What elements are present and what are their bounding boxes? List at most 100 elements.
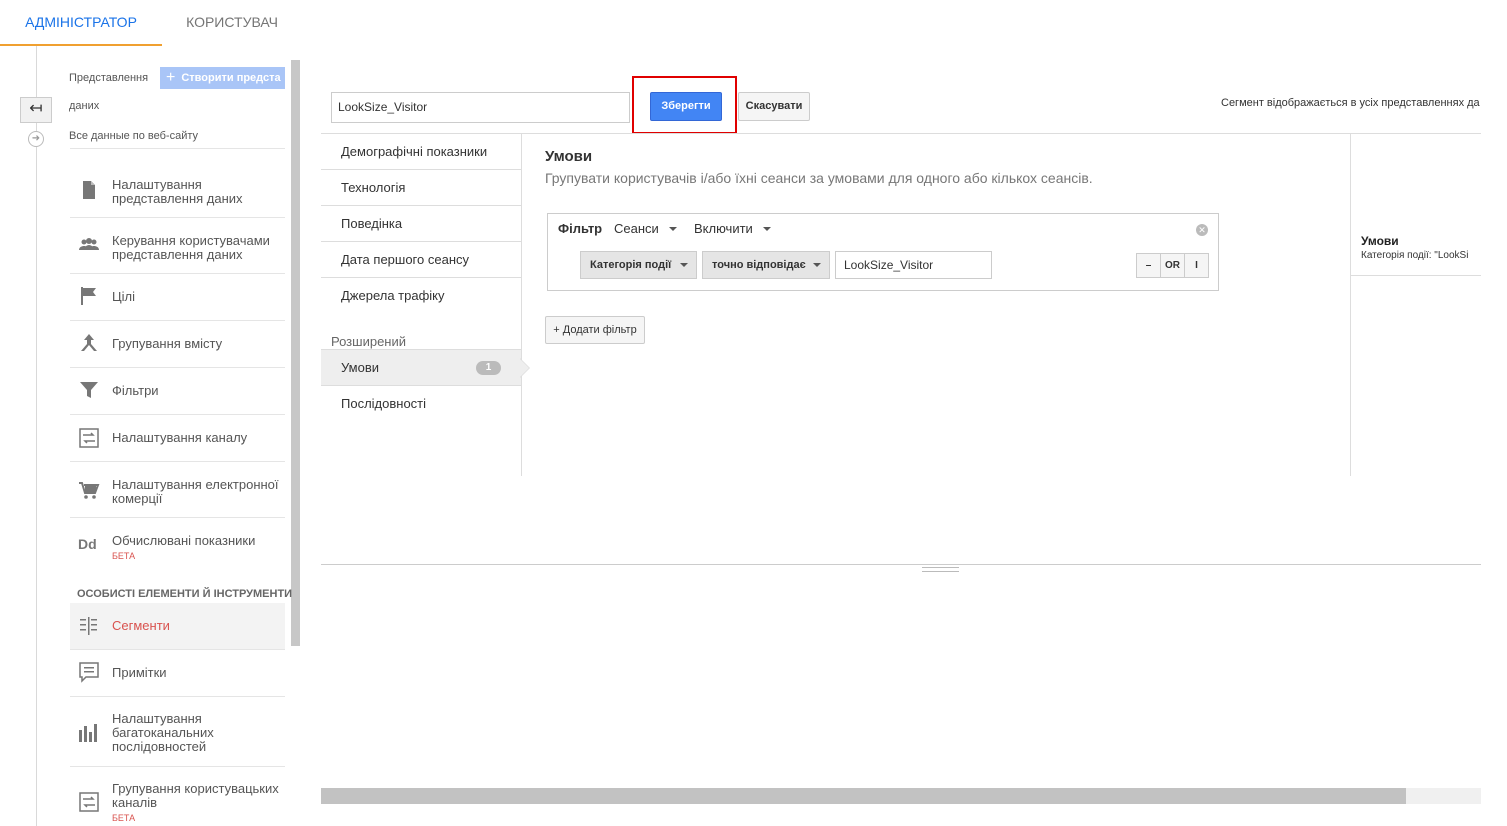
match-type-label: точно відповідає [712,259,806,271]
back-arrow-icon[interactable]: ↤ [20,97,52,123]
nav-scrollbar[interactable] [291,60,300,646]
nav-item-label: Примітки [112,665,167,680]
tab-admin[interactable]: АДМІНІСТРАТОР [0,0,162,46]
include-label: Включити [694,221,753,236]
match-type-select[interactable]: точно відповідає [702,251,830,279]
dimension-select[interactable]: Категорія події [580,251,697,279]
plus-icon: + [166,69,176,86]
summary-divider [1351,275,1481,276]
dimension-label: Категорія події [590,259,672,271]
nav-item-filters[interactable]: Фільтри [70,367,285,414]
channel-icon [79,792,99,812]
nav-item-user-management[interactable]: Керування користувачами представлення да… [70,217,285,273]
cancel-button[interactable]: Скасувати [738,92,810,121]
left-rail [0,46,60,826]
tab-user[interactable]: КОРИСТУВАЧ [162,0,302,46]
nav-item-label: Групування користувацьких каналів БЕТА [112,782,285,825]
create-view-label: Створити предста [181,72,281,84]
category-first-session-date[interactable]: Дата першого сеансу [321,242,521,278]
nav-item-multichannel-settings[interactable]: Налаштування багатоканальних послідовнос… [70,696,285,766]
selected-arrow-fill [520,359,529,377]
grouping-icon [81,334,97,351]
horizontal-scrollbar-thumb[interactable] [321,788,1406,804]
conditions-count-badge: 1 [476,361,501,375]
category-demographics[interactable]: Демографічні показники [321,134,521,170]
chevron-down-icon [813,263,821,267]
nav-item-view-settings[interactable]: Налаштування представлення даних [70,161,285,217]
and-button[interactable]: I [1184,253,1209,278]
nav-item-annotations[interactable]: Примітки [70,649,285,696]
channel-icon [79,428,99,448]
summary-text: Категорія події: "LookSi [1361,250,1469,261]
close-icon[interactable]: ✕ [1196,224,1208,236]
nav-item-custom-channel-grouping[interactable]: Групування користувацьких каналів БЕТА [70,766,285,826]
category-conditions-label: Умови [341,360,380,375]
view-label-2: даних [69,100,100,112]
segments-icon [80,617,97,635]
nav-item-label: Цілі [112,289,135,304]
nav-item-ecommerce-settings[interactable]: Налаштування електронної комерції [70,461,285,517]
chevron-down-icon [668,227,677,231]
category-conditions[interactable]: Умови 1 [321,350,521,386]
segment-visibility-note: Сегмент відображається в усіх представле… [1221,97,1480,109]
nav-item-label: Налаштування електронної комерції [112,477,279,506]
summary-title: Умови [1361,234,1399,248]
panel-divider [321,564,1481,565]
dd-icon: Dd [78,536,97,552]
nav-item-label: Сегменти [112,618,170,633]
section-title: ОСОБИСТІ ЕЛЕМЕНТИ Й ІНСТРУМЕНТИ [77,588,293,600]
nav-item-label-text: Обчислювані показники [112,533,256,548]
nav-item-label: Керування користувачами представлення да… [112,233,270,262]
filter-value-input[interactable]: LookSize_Visitor [835,251,992,279]
category-sequences[interactable]: Послідовності [321,386,521,422]
nav-item-label: Обчислювані показники БЕТА [112,534,255,563]
scope-label: Сеанси [614,221,659,236]
category-traffic-sources[interactable]: Джерела трафіку [321,278,521,314]
current-view-select[interactable]: Все данные по веб-сайту [69,130,198,142]
segment-name-input[interactable]: LookSize_Visitor [331,92,630,123]
highlight-frame [632,76,737,134]
conditions-title: Умови [545,148,593,165]
document-icon [83,181,95,199]
people-icon [79,238,99,250]
cart-icon [79,482,100,499]
chevron-down-icon [762,227,771,231]
nav-item-label: Налаштування каналу [112,430,248,445]
rail-line [36,46,37,826]
flag-icon [81,287,96,305]
nav-item-label: Фільтри [112,383,159,398]
summary-border [1350,133,1351,476]
funnel-icon [80,382,98,398]
resize-handle[interactable] [922,567,959,572]
top-bar: АДМІНІСТРАТОР КОРИСТУВАЧ [0,0,1507,46]
filter-label: Фільтр [558,221,603,236]
advanced-group-label: Розширений [331,334,406,349]
forward-circle-icon[interactable]: ➜ [28,131,44,147]
nav-item-goals[interactable]: Цілі [70,273,285,320]
beta-badge: БЕТА [112,551,136,561]
bars-icon [79,724,97,742]
nav-item-label: Налаштування багатоканальних послідовнос… [112,711,214,754]
nav-item-channel-settings[interactable]: Налаштування каналу [70,414,285,461]
create-view-button[interactable]: + Створити предста [160,67,285,89]
scope-dropdown[interactable]: Сеанси [614,221,677,236]
chevron-down-icon [680,263,688,267]
conditions-description: Групувати користувачів і/або їхні сеанси… [545,170,1093,186]
category-technology[interactable]: Технологія [321,170,521,206]
beta-badge: БЕТА [112,813,136,823]
category-behavior[interactable]: Поведінка [321,206,521,242]
nav-item-content-grouping[interactable]: Групування вмісту [70,320,285,367]
or-button[interactable]: OR [1160,253,1185,278]
remove-condition-button[interactable]: – [1136,253,1161,278]
nav-item-label-text: Групування користувацьких каналів [112,781,279,810]
nav-item-calculated-metrics[interactable]: Dd Обчислювані показники БЕТА [70,517,285,573]
nav-item-label: Налаштування представлення даних [112,177,243,206]
categories-border [521,133,522,476]
nav-item-label: Групування вмісту [112,336,223,351]
annotation-icon [79,662,99,683]
add-filter-button[interactable]: + Додати фільтр [545,316,645,344]
view-label: Представлення [69,72,149,84]
nav-item-segments[interactable]: Сегменти [70,603,285,649]
include-dropdown[interactable]: Включити [694,221,771,236]
divider [70,148,285,149]
